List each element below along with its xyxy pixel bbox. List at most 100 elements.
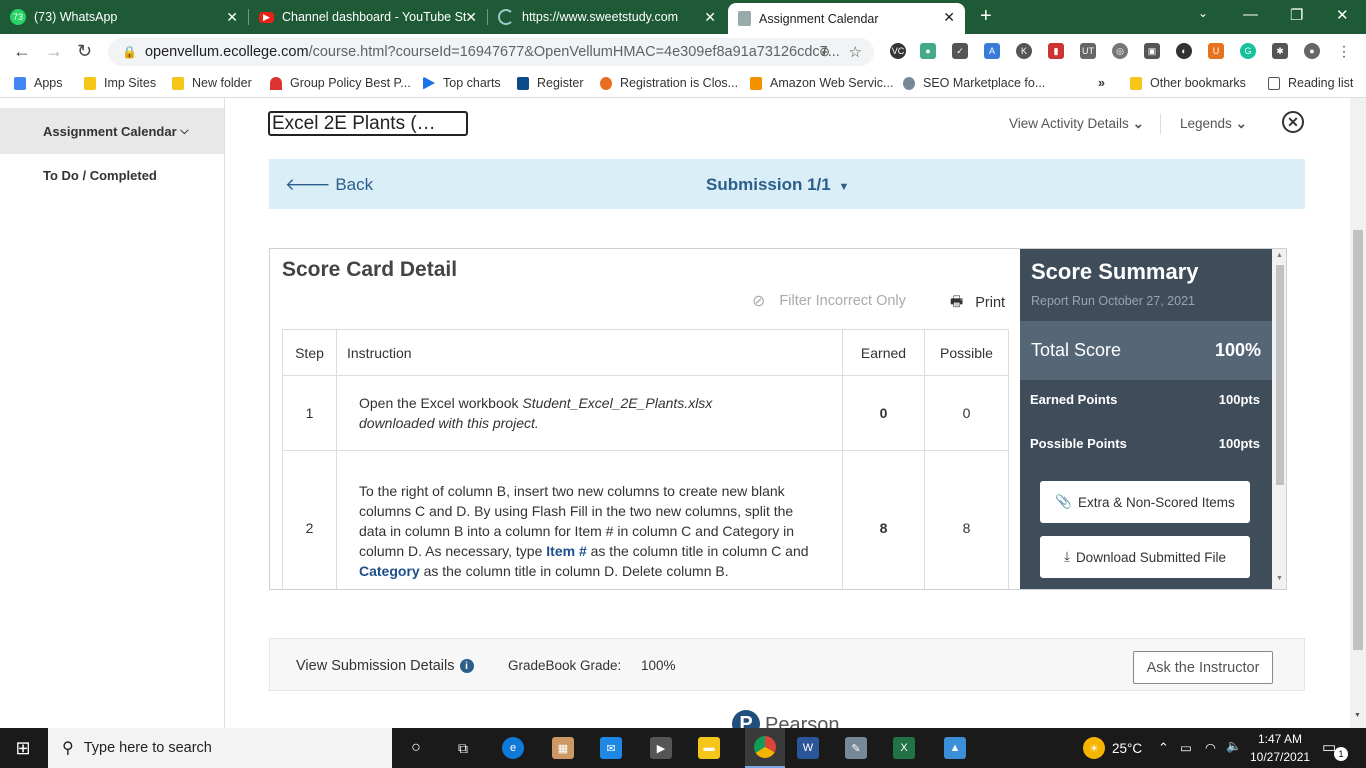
sidebar-item-todo[interactable]: To Do / Completed — [43, 168, 157, 183]
temperature[interactable]: 25°C — [1112, 741, 1142, 756]
notepad-icon[interactable]: ✎ — [845, 737, 867, 759]
filter-incorrect-toggle[interactable]: ⊘ Filter Incorrect Only — [752, 291, 906, 311]
search-placeholder: Type here to search — [83, 740, 212, 756]
paperclip-icon: 📎 — [1055, 494, 1072, 509]
close-icon[interactable]: ✕ — [465, 9, 477, 26]
star-icon[interactable]: ☆ — [849, 43, 862, 61]
taskbar-search[interactable]: ⚲ Type here to search — [48, 728, 392, 768]
extension-icon[interactable]: ◐ — [1176, 43, 1192, 59]
extension-icon[interactable]: ▮ — [1048, 43, 1064, 59]
restore-icon[interactable]: ❐ — [1290, 6, 1303, 24]
file-explorer-icon[interactable]: ▬ — [698, 737, 720, 759]
col-earned: Earned — [842, 329, 925, 376]
extension-icon[interactable]: U — [1208, 43, 1224, 59]
ask-instructor-button[interactable]: Ask the Instructor — [1133, 651, 1273, 684]
sidebar-item-assignment-calendar[interactable]: Assignment Calendar ⌵ — [0, 108, 224, 154]
close-icon[interactable]: ✕ — [943, 9, 955, 26]
info-icon: i — [459, 659, 474, 673]
back-arrow-icon[interactable]: ← — [13, 41, 31, 62]
forward-arrow-icon[interactable]: → — [45, 41, 63, 62]
scroll-up-icon[interactable]: ▲ — [1276, 252, 1283, 259]
back-button[interactable]: 🡐 Back — [285, 175, 373, 195]
profile-icon[interactable]: ● — [1304, 43, 1320, 59]
clock-date[interactable]: 10/27/2021 — [1250, 750, 1310, 764]
grammarly-icon[interactable]: G — [1240, 43, 1256, 59]
clock-time[interactable]: 1:47 AM — [1258, 732, 1302, 746]
speaker-icon[interactable]: 🔈 — [1226, 739, 1242, 754]
menu-kebab-icon[interactable]: ⋮ — [1336, 43, 1352, 59]
tab-search-icon[interactable]: ⌄ — [1198, 6, 1208, 20]
bookmark-group-policy[interactable]: Group Policy Best P... — [270, 76, 411, 90]
close-icon[interactable]: ✕ — [704, 9, 716, 26]
windows-start-icon[interactable]: ⊞ — [13, 738, 33, 758]
extension-icon[interactable]: K — [1016, 43, 1032, 59]
mail-icon[interactable]: ✉ — [600, 737, 622, 759]
page-scrollbar[interactable]: ▼ — [1350, 98, 1366, 728]
course-sidebar: Assignment Calendar ⌵ To Do / Completed — [0, 98, 225, 728]
extensions-puzzle-icon[interactable]: ✱ — [1272, 43, 1288, 59]
extension-icon[interactable]: ✓ — [952, 43, 968, 59]
tab-whatsapp[interactable]: 73 (73) WhatsApp ✕ — [0, 0, 248, 34]
battery-icon[interactable]: ▭ — [1180, 740, 1192, 755]
divider — [1160, 114, 1161, 134]
extension-icon[interactable]: ● — [920, 43, 936, 59]
store-icon[interactable]: ▦ — [552, 737, 574, 759]
assignment-title-button[interactable]: Excel 2E Plants (… — [268, 111, 468, 136]
wifi-icon[interactable]: ◠ — [1205, 740, 1216, 755]
video-editor-icon[interactable]: ▶ — [650, 737, 672, 759]
bookmark-other[interactable]: Other bookmarks — [1130, 76, 1246, 90]
edge-icon[interactable]: e — [502, 737, 524, 759]
excel-icon[interactable]: X — [893, 737, 915, 759]
chrome-icon[interactable] — [745, 728, 785, 768]
extra-non-scored-button[interactable]: 📎 Extra & Non-Scored Items — [1040, 481, 1250, 523]
minimize-icon[interactable]: — — [1243, 6, 1258, 23]
address-bar[interactable]: 🔒 openvellum.ecollege.com/course.html?co… — [108, 38, 874, 66]
scroll-thumb[interactable] — [1276, 265, 1284, 485]
zoom-icon[interactable]: ⊕ — [819, 44, 830, 60]
scroll-down-icon[interactable]: ▼ — [1276, 575, 1283, 582]
task-view-icon[interactable]: ⧉ — [452, 737, 474, 759]
reload-icon[interactable]: ↻ — [77, 41, 92, 62]
scroll-thumb[interactable] — [1353, 230, 1363, 650]
tab-youtube[interactable]: ▶ Channel dashboard - YouTube St ✕ — [249, 0, 487, 34]
reading-list-button[interactable]: Reading list — [1268, 76, 1353, 90]
bookmark-register[interactable]: Register — [517, 76, 584, 90]
legends-button[interactable]: Legends ⌄ — [1180, 116, 1247, 132]
word-icon[interactable]: W — [797, 737, 819, 759]
pearson-logo: P Pearson — [732, 708, 840, 728]
extension-icon[interactable]: VC — [890, 43, 906, 59]
tab-assignment-calendar[interactable]: Assignment Calendar ✕ — [728, 3, 965, 34]
bookmark-new-folder[interactable]: New folder — [172, 76, 252, 90]
tab-sweetstudy[interactable]: https://www.sweetstudy.com ✕ — [488, 0, 726, 34]
bookmark-registration[interactable]: Registration is Clos... — [600, 76, 738, 90]
extension-icon[interactable]: ◎ — [1112, 43, 1128, 59]
new-tab-icon[interactable]: + — [980, 5, 992, 28]
cortana-icon[interactable]: ○ — [405, 737, 427, 759]
scroll-down-icon[interactable]: ▼ — [1354, 712, 1361, 719]
chevron-down-icon: ⌵ — [180, 124, 189, 137]
bookmark-apps[interactable]: Apps — [14, 76, 63, 90]
print-button[interactable]: 🖶 Print — [950, 291, 1005, 315]
view-activity-details-button[interactable]: View Activity Details ⌄ — [1009, 116, 1144, 132]
close-icon[interactable]: ✕ — [226, 9, 238, 26]
extension-icon[interactable]: UT — [1080, 43, 1096, 59]
bookmark-aws[interactable]: Amazon Web Servic... — [750, 76, 893, 90]
close-activity-button[interactable]: ✕ — [1282, 111, 1304, 133]
bookmark-imp-sites[interactable]: Imp Sites — [84, 76, 156, 90]
chevron-up-icon[interactable]: ⌃ — [1158, 740, 1169, 756]
bookmark-seo[interactable]: SEO Marketplace fo... — [903, 76, 1045, 90]
play-icon — [423, 76, 435, 90]
extension-icon[interactable]: ▣ — [1144, 43, 1160, 59]
extension-icon[interactable]: A — [984, 43, 1000, 59]
possible-label: Possible Points — [1030, 436, 1127, 451]
photos-icon[interactable]: ▲ — [944, 737, 966, 759]
weather-icon[interactable]: ☀ — [1083, 737, 1105, 759]
window-close-icon[interactable]: ✕ — [1336, 6, 1349, 24]
view-submission-details-link[interactable]: View Submission Details i — [296, 658, 474, 674]
table-row: 1 Open the Excel workbook Student_Excel_… — [282, 375, 1009, 451]
bookmark-top-charts[interactable]: Top charts — [423, 76, 501, 90]
submission-selector[interactable]: Submission 1/1 ▼ — [706, 175, 849, 195]
download-submitted-file-button[interactable]: ⤓ Download Submitted File — [1040, 536, 1250, 578]
bookmarks-overflow-button[interactable]: » — [1098, 76, 1105, 90]
frame-scrollbar[interactable]: ▲ ▼ — [1272, 249, 1286, 589]
